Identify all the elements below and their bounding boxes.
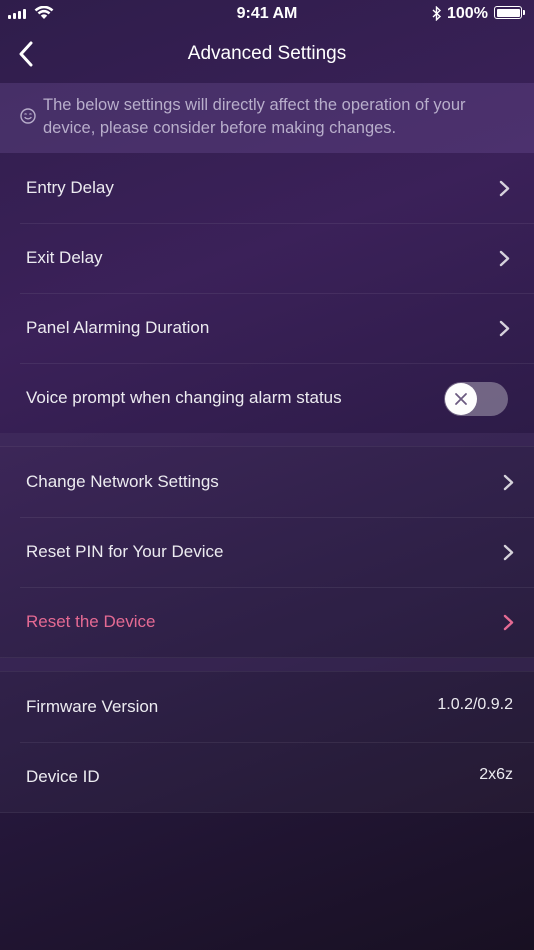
chevron-right-icon bbox=[499, 320, 510, 337]
reset-pin-label: Reset PIN for Your Device bbox=[26, 542, 224, 561]
voice-prompt-row: Voice prompt when changing alarm status bbox=[0, 363, 534, 433]
chevron-right-icon bbox=[503, 544, 514, 561]
device-id-label: Device ID bbox=[26, 767, 100, 786]
close-icon bbox=[455, 393, 467, 405]
entry-delay-label: Entry Delay bbox=[26, 178, 114, 197]
device-info-group: Firmware Version 1.0.2/0.9.2 Device ID 2… bbox=[0, 671, 534, 813]
firmware-version-row: Firmware Version 1.0.2/0.9.2 bbox=[0, 672, 534, 742]
smiley-icon bbox=[20, 108, 36, 124]
toggle-knob bbox=[445, 383, 477, 415]
reset-device-row[interactable]: Reset the Device bbox=[0, 587, 534, 657]
device-id-row: Device ID 2x6z bbox=[0, 742, 534, 812]
entry-delay-row[interactable]: Entry Delay bbox=[0, 153, 534, 223]
warning-notice: The below settings will directly affect … bbox=[0, 83, 534, 153]
nav-bar: Advanced Settings bbox=[0, 28, 534, 82]
bluetooth-icon bbox=[432, 6, 442, 21]
status-bar: 9:41 AM 100% bbox=[0, 0, 534, 28]
firmware-version-value: 1.0.2/0.9.2 bbox=[437, 696, 513, 713]
device-actions-group: Change Network Settings Reset PIN for Yo… bbox=[0, 446, 534, 658]
notice-text: The below settings will directly affect … bbox=[43, 96, 466, 137]
battery-icon bbox=[494, 6, 525, 19]
panel-alarming-duration-row[interactable]: Panel Alarming Duration bbox=[0, 293, 534, 363]
chevron-right-icon bbox=[503, 474, 514, 491]
chevron-right-icon bbox=[503, 614, 514, 631]
chevron-right-icon bbox=[499, 250, 510, 267]
voice-prompt-label: Voice prompt when changing alarm status bbox=[26, 388, 342, 407]
page-title: Advanced Settings bbox=[187, 43, 347, 64]
exit-delay-row[interactable]: Exit Delay bbox=[0, 223, 534, 293]
firmware-version-label: Firmware Version bbox=[26, 697, 159, 716]
reset-device-label: Reset the Device bbox=[26, 612, 156, 631]
voice-prompt-toggle[interactable] bbox=[444, 382, 508, 416]
panel-alarming-duration-label: Panel Alarming Duration bbox=[26, 318, 210, 337]
change-network-settings-row[interactable]: Change Network Settings bbox=[0, 447, 534, 517]
reset-pin-row[interactable]: Reset PIN for Your Device bbox=[0, 517, 534, 587]
chevron-right-icon bbox=[499, 180, 510, 197]
change-network-settings-label: Change Network Settings bbox=[26, 472, 219, 491]
battery-percentage: 100% bbox=[447, 5, 488, 22]
exit-delay-label: Exit Delay bbox=[26, 248, 103, 267]
section-divider bbox=[0, 658, 534, 671]
section-divider bbox=[0, 433, 534, 446]
device-id-value: 2x6z bbox=[479, 766, 513, 783]
alarm-settings-group: Entry Delay Exit Delay Panel Alarming Du… bbox=[0, 153, 534, 433]
